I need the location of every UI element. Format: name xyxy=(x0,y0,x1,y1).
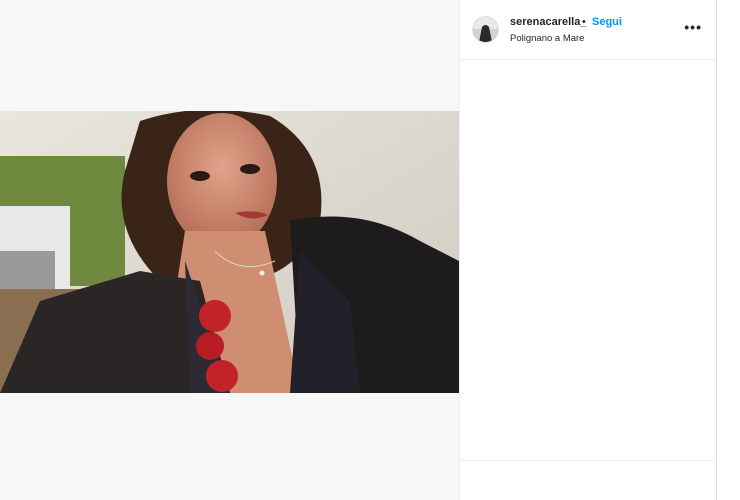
username-link[interactable]: serenacarella_ xyxy=(510,16,586,28)
separator-dot: • xyxy=(582,16,586,28)
follow-button[interactable]: Segui xyxy=(592,16,622,28)
media-pane xyxy=(0,0,459,500)
location-link[interactable]: Polignano a Mare xyxy=(510,33,584,44)
post-photo[interactable] xyxy=(0,111,459,393)
avatar[interactable] xyxy=(473,17,498,42)
post-sidebar: serenacarella_ • Segui Polignano a Mare … xyxy=(459,0,717,500)
divider xyxy=(459,460,717,461)
post-header: serenacarella_ • Segui Polignano a Mare … xyxy=(460,0,716,60)
more-options-icon[interactable]: ••• xyxy=(684,20,702,34)
